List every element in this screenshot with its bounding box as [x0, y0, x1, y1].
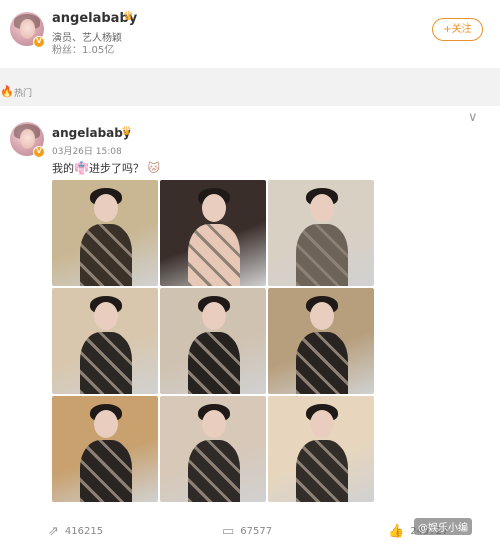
post-image-8[interactable]	[160, 396, 266, 502]
more-options-icon[interactable]: ∨	[468, 110, 479, 125]
post-actions: ⇗416215 ▭67577 👍249727 @娱乐小编	[0, 518, 500, 548]
post-author[interactable]: angelababy	[52, 126, 131, 140]
post-image-1[interactable]	[52, 180, 158, 286]
weibo-screenshot: V angelababy ♛ 演员、艺人杨颖 粉丝：1.05亿 +关注 🔥 热门…	[0, 0, 500, 552]
profile-card: V angelababy ♛ 演员、艺人杨颖 粉丝：1.05亿 +关注	[0, 0, 500, 68]
repost-count: 416215	[64, 526, 104, 537]
post-timestamp[interactable]: 03月26日 15:08	[52, 144, 122, 157]
thumbs-up-icon: 👍	[388, 524, 405, 539]
image-grid	[52, 180, 374, 502]
cheongsam-emoji-icon: 👘	[74, 161, 89, 175]
cat-emoji-icon: 🐱	[147, 161, 160, 175]
share-icon: ⇗	[48, 524, 59, 539]
post-image-4[interactable]	[52, 288, 158, 394]
hot-section-header: 🔥 热门	[0, 82, 500, 102]
crown-icon: ♛	[123, 9, 134, 23]
hot-label: 热门	[14, 89, 33, 99]
post-image-3[interactable]	[268, 180, 374, 286]
post-image-6[interactable]	[268, 288, 374, 394]
comment-count: 67577	[240, 526, 273, 537]
post-image-7[interactable]	[52, 396, 158, 502]
post-text-prefix: 我的	[52, 162, 74, 175]
post-card: ∨ V angelababy ♛ 03月26日 15:08 我的👘进步了吗？ 🐱…	[0, 106, 500, 552]
comment-icon: ▭	[222, 524, 235, 539]
comment-button[interactable]: ▭ 67577	[222, 524, 272, 542]
post-image-5[interactable]	[160, 288, 266, 394]
watermark: @娱乐小编	[414, 518, 472, 535]
repost-button[interactable]: ⇗ 416215	[48, 524, 103, 542]
profile-fans: 粉丝：1.05亿	[52, 45, 115, 56]
follow-button[interactable]: +关注	[432, 18, 483, 41]
verified-badge-icon: V	[33, 146, 45, 158]
post-image-2[interactable]	[160, 180, 266, 286]
verified-badge-icon: V	[33, 36, 45, 48]
post-text: 我的👘进步了吗？ 🐱	[52, 160, 160, 176]
crown-icon: ♛	[121, 124, 132, 138]
post-text-suffix: 进步了吗？	[88, 162, 144, 175]
post-image-9[interactable]	[268, 396, 374, 502]
fire-icon: 🔥	[0, 85, 14, 98]
